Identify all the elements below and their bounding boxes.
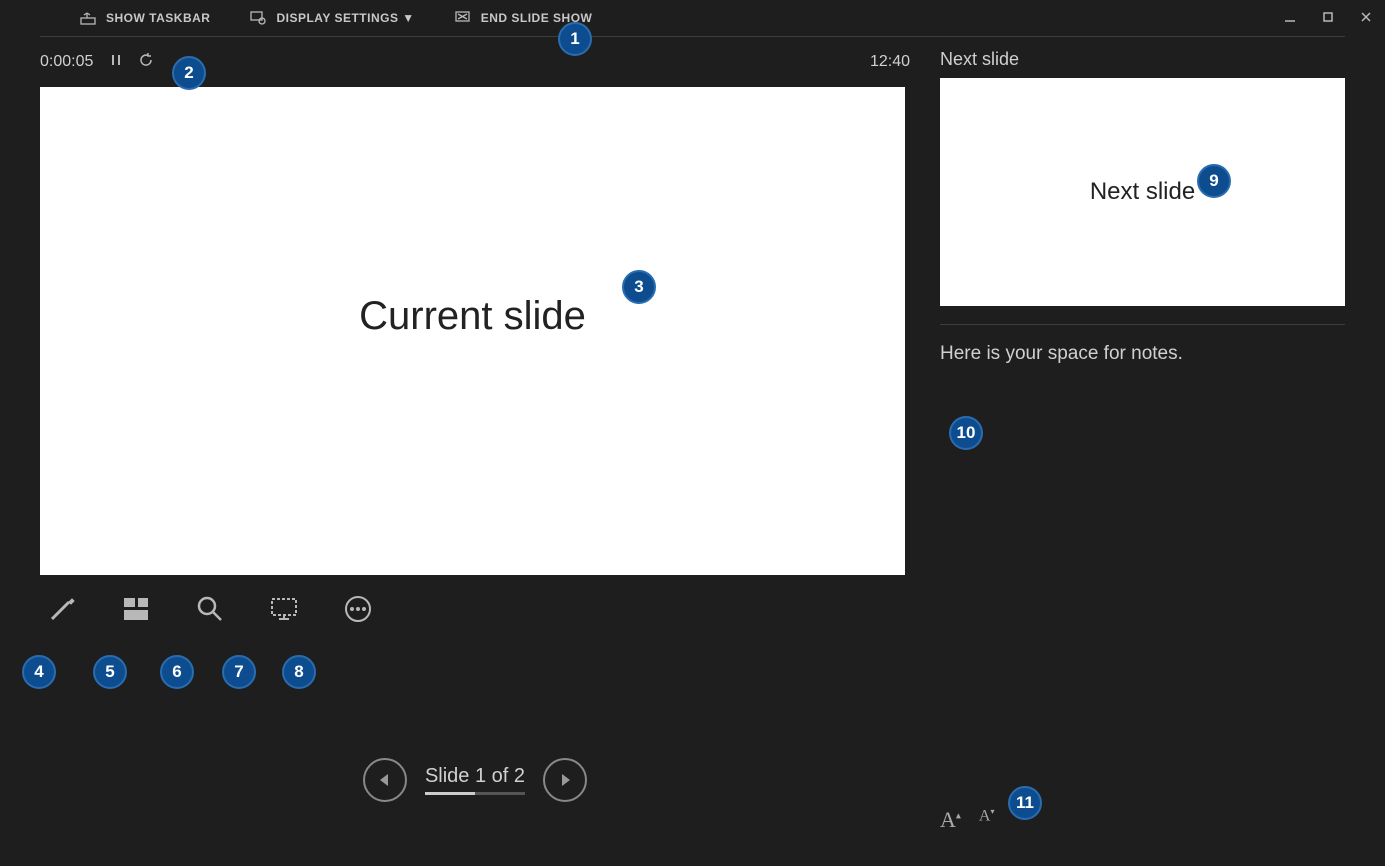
current-slide[interactable]: Current slide xyxy=(40,87,905,575)
next-slide-label: Next slide xyxy=(940,37,1345,78)
clock-time: 12:40 xyxy=(870,53,910,71)
next-slide-text: Next slide xyxy=(1090,178,1195,206)
next-slide-button[interactable] xyxy=(543,758,587,802)
timer-row: 0:00:05 12:40 xyxy=(40,37,910,87)
show-taskbar-button[interactable]: SHOW TASKBAR xyxy=(80,10,210,26)
more-options-button[interactable] xyxy=(342,593,374,625)
pause-button[interactable] xyxy=(109,53,123,72)
toolbar: SHOW TASKBAR DISPLAY SETTINGS ▼ END SLID… xyxy=(40,0,1345,37)
display-settings-label: DISPLAY SETTINGS ▼ xyxy=(276,11,414,25)
close-button[interactable] xyxy=(1357,8,1375,26)
slide-progress xyxy=(425,792,525,795)
see-all-slides-button[interactable] xyxy=(120,593,152,625)
end-slideshow-button[interactable]: END SLIDE SHOW xyxy=(455,10,593,26)
minimize-button[interactable] xyxy=(1281,8,1299,26)
previous-slide-button[interactable] xyxy=(363,758,407,802)
notes-area[interactable]: Here is your space for notes. xyxy=(940,343,1345,807)
decrease-font-button[interactable]: A▾ xyxy=(979,807,995,833)
pen-tool-button[interactable] xyxy=(46,593,78,625)
elapsed-time: 0:00:05 xyxy=(40,53,93,71)
increase-font-button[interactable]: A▴ xyxy=(940,807,961,833)
end-slideshow-label: END SLIDE SHOW xyxy=(481,11,593,25)
show-taskbar-label: SHOW TASKBAR xyxy=(106,11,210,25)
separator xyxy=(940,324,1345,325)
taskbar-icon xyxy=(80,10,96,26)
display-settings-icon xyxy=(250,10,266,26)
current-slide-text: Current slide xyxy=(359,294,586,339)
next-slide-thumbnail[interactable]: Next slide xyxy=(940,78,1345,306)
black-screen-button[interactable] xyxy=(268,593,300,625)
display-settings-button[interactable]: DISPLAY SETTINGS ▼ xyxy=(250,10,414,26)
end-slideshow-icon xyxy=(455,10,471,26)
slide-counter: Slide 1 of 2 xyxy=(425,765,525,788)
restart-button[interactable] xyxy=(139,53,153,72)
zoom-button[interactable] xyxy=(194,593,226,625)
restore-button[interactable] xyxy=(1319,8,1337,26)
